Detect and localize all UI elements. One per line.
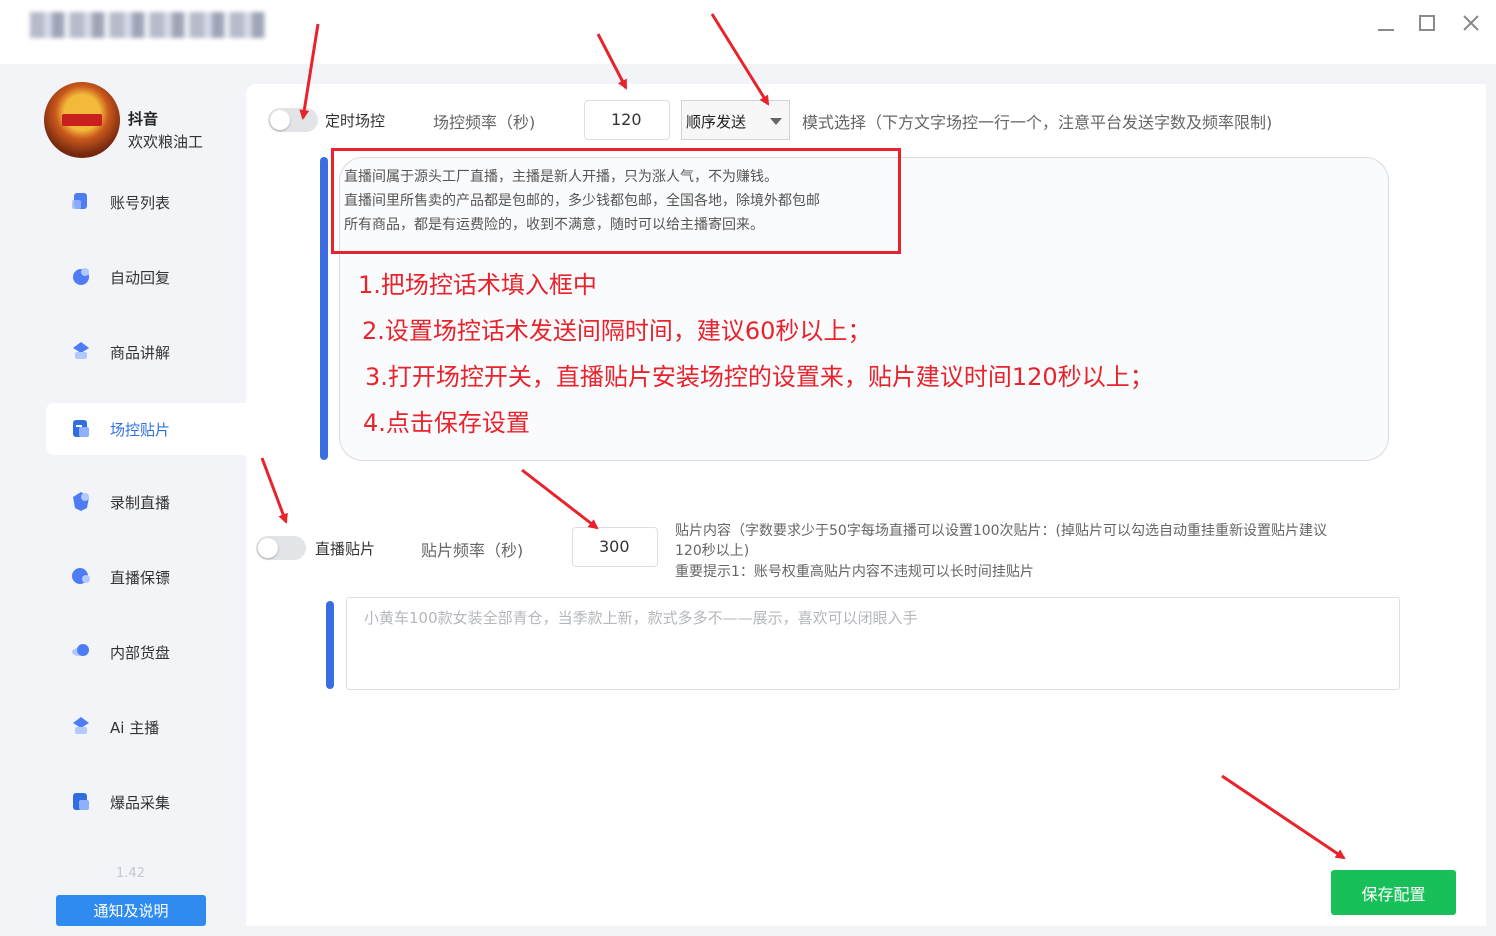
sidebar-item-auto-reply[interactable]: 自动回复 xyxy=(46,251,246,303)
account-name: 欢欢粮油工 xyxy=(128,133,204,151)
field-control-toggle[interactable] xyxy=(268,108,318,132)
chevron-down-icon xyxy=(770,118,782,125)
live-guard-icon xyxy=(72,568,90,584)
field-control-frequency-input[interactable]: 120 xyxy=(584,100,670,140)
send-mode-hint: 模式选择（下方文字场控一行一个，注意平台发送字数及频率限制) xyxy=(802,113,1273,132)
avatar[interactable] xyxy=(44,82,120,158)
section-accent-bar xyxy=(326,601,334,689)
sidebar-item-label: 内部货盘 xyxy=(110,644,171,662)
hot-product-icon xyxy=(73,793,89,810)
send-mode-value: 顺序发送 xyxy=(686,113,747,131)
record-live-icon xyxy=(73,492,89,511)
sidebar-item-product-explain[interactable]: 商品讲解 xyxy=(46,326,246,378)
sidebar-item-label: 直播保镖 xyxy=(110,569,171,587)
overlay-toggle[interactable] xyxy=(256,536,306,560)
section-accent-bar xyxy=(320,157,328,460)
maximize-icon[interactable] xyxy=(1414,10,1440,36)
ai-host-icon xyxy=(73,717,89,734)
sidebar-item-label: 爆品采集 xyxy=(110,794,171,812)
overlay-content-placeholder: 小黄车100款女装全部青仓，当季款上新，款式多多不——展示，喜欢可以闭眼入手 xyxy=(364,609,918,627)
inventory-icon xyxy=(72,644,89,656)
field-control-toggle-label: 定时场控 xyxy=(325,112,386,130)
annotation-highlight-box xyxy=(331,148,901,254)
save-config-button[interactable]: 保存配置 xyxy=(1331,870,1456,915)
sidebar-item-label: 自动回复 xyxy=(110,269,171,287)
sidebar-item-hot-product[interactable]: 爆品采集 xyxy=(46,776,246,828)
field-control-frequency-label: 场控频率（秒) xyxy=(433,113,536,132)
user-list-icon xyxy=(72,193,87,209)
close-icon[interactable] xyxy=(1458,10,1484,36)
overlay-note: 120秒以上) xyxy=(675,543,750,559)
instruction-line: 1.把场控话术填入框中 xyxy=(358,271,597,299)
sidebar-item-account-list[interactable]: 账号列表 xyxy=(46,176,246,228)
send-mode-select[interactable]: 顺序发送 xyxy=(681,100,790,140)
overlay-frequency-label: 贴片频率（秒) xyxy=(421,541,524,560)
product-explain-icon xyxy=(73,342,89,359)
sidebar-item-label: 商品讲解 xyxy=(110,344,171,362)
sidebar-item-label: 场控贴片 xyxy=(110,421,171,439)
account-platform: 抖音 xyxy=(128,110,159,128)
sidebar-item-label: 账号列表 xyxy=(110,194,171,212)
instruction-line: 3.打开场控开关，直播贴片安装场控的设置来，贴片建议时间120秒以上； xyxy=(365,363,1154,391)
sidebar-item-overlay-control[interactable]: 场控贴片 xyxy=(46,403,246,455)
minimize-icon[interactable] xyxy=(1373,10,1399,36)
sidebar-item-label: Ai 主播 xyxy=(110,719,160,737)
sidebar-item-live-guard[interactable]: 直播保镖 xyxy=(46,551,246,603)
notice-button[interactable]: 通知及说明 xyxy=(56,895,206,926)
window-title-blurred xyxy=(30,12,266,38)
overlay-control-icon xyxy=(73,420,89,437)
sidebar-item-label: 录制直播 xyxy=(110,494,171,512)
overlay-content-textarea[interactable]: 小黄车100款女装全部青仓，当季款上新，款式多多不——展示，喜欢可以闭眼入手 xyxy=(346,597,1400,690)
overlay-toggle-label: 直播贴片 xyxy=(315,540,376,558)
sidebar-item-ai-host[interactable]: Ai 主播 xyxy=(46,701,246,753)
version-label: 1.42 xyxy=(116,866,145,881)
overlay-note: 贴片内容（字数要求少于50字每场直播可以设置100次贴片：(掉贴片可以勾选自动重… xyxy=(675,523,1327,539)
sidebar-item-record-live[interactable]: 录制直播 xyxy=(46,476,246,528)
instruction-line: 2.设置场控话术发送间隔时间，建议60秒以上； xyxy=(362,317,872,345)
sidebar-item-inventory[interactable]: 内部货盘 xyxy=(46,626,246,678)
auto-reply-icon xyxy=(73,268,89,285)
sidebar: 抖音 欢欢粮油工 账号列表 自动回复 商品讲解 场控贴片 录制直播 直播保镖 内… xyxy=(0,64,246,936)
overlay-frequency-input[interactable]: 300 xyxy=(572,527,658,567)
overlay-note: 重要提示1：账号权重高贴片内容不违规可以长时间挂贴片 xyxy=(675,564,1034,580)
instruction-line: 4.点击保存设置 xyxy=(363,409,530,437)
title-bar xyxy=(0,0,1496,64)
